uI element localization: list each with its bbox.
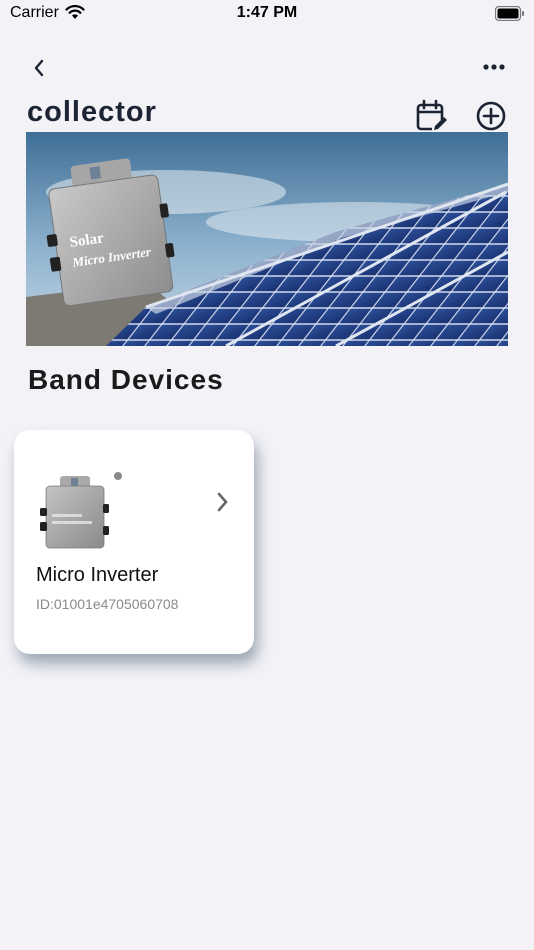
calendar-edit-icon (416, 99, 448, 131)
device-card[interactable]: Micro Inverter ID:01001e4705060708 (14, 430, 254, 654)
device-name: Micro Inverter (36, 564, 159, 586)
screen: Carrier 1:47 PM collector Solar Micro In… (0, 0, 534, 950)
more-options-button[interactable] (480, 56, 508, 78)
chevron-right-icon[interactable] (214, 491, 232, 513)
solar-banner-image: Solar Micro Inverter (26, 132, 508, 346)
device-id: ID:01001e4705060708 (36, 596, 179, 612)
battery-icon (495, 6, 524, 21)
add-device-button[interactable] (474, 99, 508, 133)
online-status-dot (114, 472, 122, 480)
section-title: Band Devices (28, 364, 224, 395)
micro-inverter-thumbnail (40, 476, 109, 549)
plus-circle-icon (476, 101, 506, 131)
back-button[interactable] (26, 55, 52, 81)
chevron-left-icon (34, 59, 44, 77)
clock: 1:47 PM (236, 4, 298, 21)
ellipsis-icon (483, 64, 505, 70)
edit-schedule-button[interactable] (415, 99, 449, 133)
page-title: collector (27, 96, 157, 128)
status-bar: Carrier 1:47 PM (0, 0, 534, 30)
solar-panel-photo: Solar Micro Inverter (26, 132, 508, 346)
